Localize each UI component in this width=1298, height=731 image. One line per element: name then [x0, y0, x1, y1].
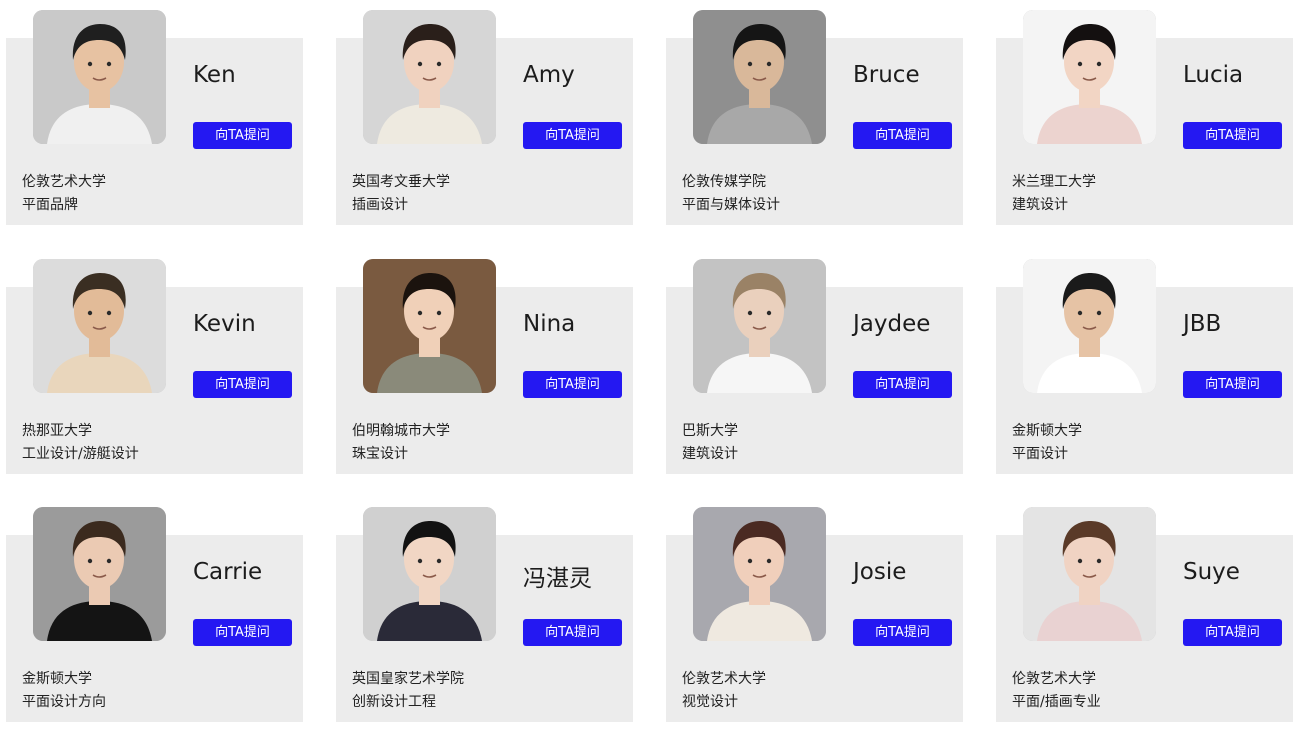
mentor-major: 建筑设计 [1012, 197, 1068, 213]
ask-question-button[interactable]: 向TA提问 [853, 371, 952, 398]
mentor-avatar [363, 259, 496, 393]
mentor-name: Josie [853, 559, 907, 585]
mentor-name: 冯湛灵 [523, 566, 592, 592]
mentor-avatar [33, 259, 166, 393]
ask-question-button[interactable]: 向TA提问 [193, 619, 292, 646]
mentor-card: 冯湛灵向TA提问英国皇家艺术学院 创新设计工程 [336, 507, 633, 722]
mentor-avatar [693, 10, 826, 144]
mentor-name: JBB [1183, 311, 1222, 337]
mentor-major: 建筑设计 [682, 446, 738, 462]
mentor-major: 平面设计 [1012, 446, 1068, 462]
mentor-avatar [33, 10, 166, 144]
ask-question-button[interactable]: 向TA提问 [193, 371, 292, 398]
mentor-avatar [363, 507, 496, 641]
ask-question-button[interactable]: 向TA提问 [853, 619, 952, 646]
mentor-card: Nina 向TA提问伯明翰城市大学 珠宝设计 [336, 259, 633, 474]
mentor-avatar [1023, 507, 1156, 641]
mentor-name: Jaydee [853, 311, 931, 337]
ask-question-button[interactable]: 向TA提问 [1183, 619, 1282, 646]
ask-question-button[interactable]: 向TA提问 [193, 122, 292, 149]
mentor-major: 平面/插画专业 [1012, 694, 1101, 710]
mentor-major: 珠宝设计 [352, 446, 408, 462]
ask-question-button[interactable]: 向TA提问 [1183, 371, 1282, 398]
mentor-school: 金斯顿大学 [22, 671, 92, 687]
mentor-major: 平面设计方向 [22, 694, 106, 710]
mentor-name: Kevin [193, 311, 256, 337]
mentor-school: 英国皇家艺术学院 [352, 671, 464, 687]
mentor-name: Lucia [1183, 62, 1244, 88]
mentor-major: 视觉设计 [682, 694, 738, 710]
mentor-school: 伦敦传媒学院 [682, 174, 766, 190]
mentor-major: 平面与媒体设计 [682, 197, 780, 213]
ask-question-button[interactable]: 向TA提问 [523, 619, 622, 646]
mentor-avatar [363, 10, 496, 144]
mentor-name: Nina [523, 311, 576, 337]
mentor-card: Kevin 向TA提问热那亚大学工业设计/游艇设计 [6, 259, 303, 474]
mentor-school: 伦敦艺术大学 [1012, 671, 1096, 687]
mentor-school: 伦敦艺术大学 [682, 671, 766, 687]
mentor-card: Carrie 向TA提问金斯顿大学平面设计方向 [6, 507, 303, 722]
mentor-school: 伯明翰城市大学 [352, 423, 450, 439]
mentor-name: Ken [193, 62, 236, 88]
mentor-school: 巴斯大学 [682, 423, 738, 439]
mentor-card: JBB 向TA提问金斯顿大学平面设计 [996, 259, 1293, 474]
mentor-card: Lucia 向TA提问米兰理工大学 建筑设计 [996, 10, 1293, 225]
mentor-avatar [693, 259, 826, 393]
mentor-grid: Ken 向TA提问 伦敦艺术大学 平面品牌 Amy 向TA提问 英国考文垂大学 插画设计 Bru… [0, 0, 1298, 731]
mentor-school: 米兰理工大学 [1012, 174, 1096, 190]
mentor-card: Amy 向TA提问英国考文垂大学 插画设计 [336, 10, 633, 225]
mentor-avatar [1023, 10, 1156, 144]
ask-question-button[interactable]: 向TA提问 [1183, 122, 1282, 149]
mentor-major: 平面品牌 [22, 197, 78, 213]
mentor-name: Amy [523, 62, 575, 88]
mentor-school: 金斯顿大学 [1012, 423, 1082, 439]
mentor-school: 伦敦艺术大学 [22, 174, 106, 190]
mentor-avatar [33, 507, 166, 641]
mentor-card: Josie 向TA提问伦敦艺术大学 视觉设计 [666, 507, 963, 722]
mentor-card: Suye 向TA提问伦敦艺术大学 平面/插画专业 [996, 507, 1293, 722]
mentor-major: 创新设计工程 [352, 694, 436, 710]
mentor-name: Suye [1183, 559, 1240, 585]
mentor-school: 英国考文垂大学 [352, 174, 450, 190]
mentor-school: 热那亚大学 [22, 423, 92, 439]
mentor-avatar [1023, 259, 1156, 393]
mentor-name: Bruce [853, 62, 920, 88]
mentor-name: Carrie [193, 559, 263, 585]
ask-question-button[interactable]: 向TA提问 [523, 122, 622, 149]
ask-question-button[interactable]: 向TA提问 [853, 122, 952, 149]
mentor-card: Jaydee 向TA提问巴斯大学建筑设计 [666, 259, 963, 474]
mentor-card: Bruce 向TA提问伦敦传媒学院 平面与媒体设计 [666, 10, 963, 225]
mentor-avatar [693, 507, 826, 641]
ask-question-button[interactable]: 向TA提问 [523, 371, 622, 398]
mentor-major: 工业设计/游艇设计 [22, 446, 139, 462]
mentor-card: Ken 向TA提问伦敦艺术大学 平面品牌 [6, 10, 303, 225]
mentor-major: 插画设计 [352, 197, 408, 213]
